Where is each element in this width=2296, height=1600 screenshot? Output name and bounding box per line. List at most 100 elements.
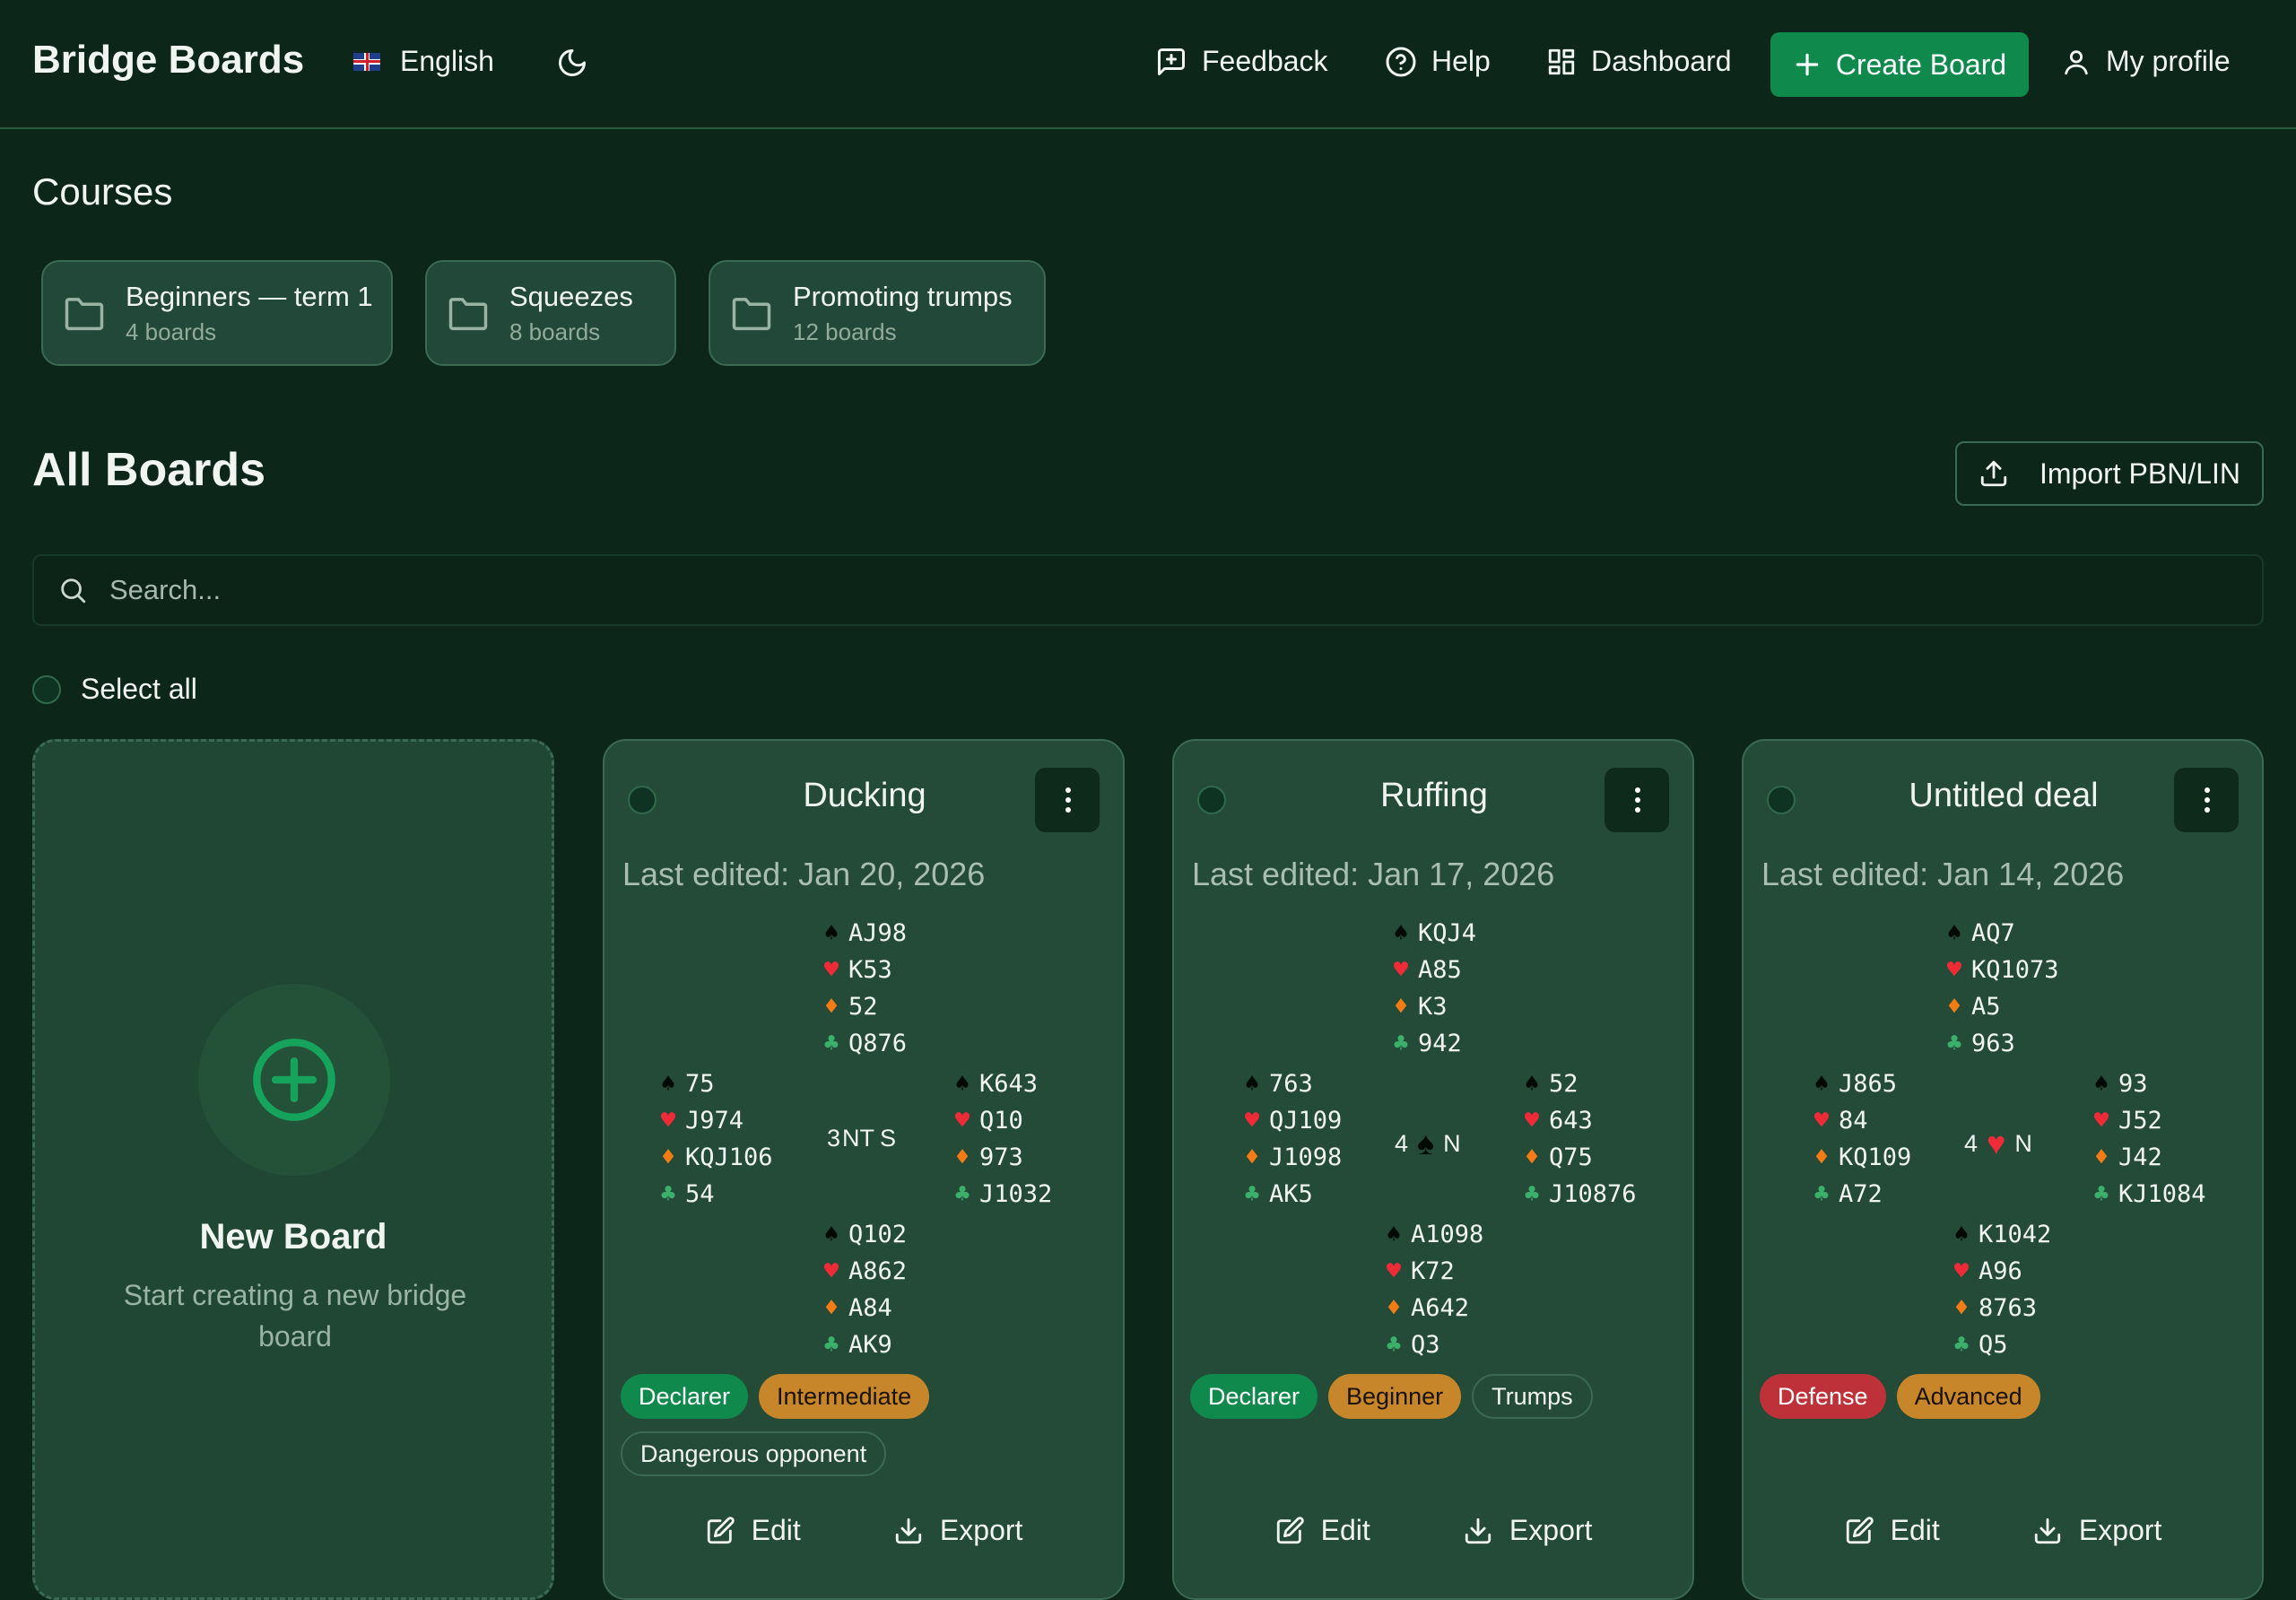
board-card[interactable]: Untitled deal Last edited: Jan 14, 2026 …	[1742, 739, 2264, 1600]
tag-badge[interactable]: Defense	[1760, 1374, 1886, 1419]
hand-cards: QJ109	[1269, 1107, 1343, 1135]
hand-cards: J1098	[1269, 1143, 1343, 1171]
club-icon: ♣	[660, 1180, 676, 1208]
hand-cards: 84	[1839, 1107, 1868, 1135]
spade-icon: ♠	[660, 1070, 676, 1098]
edit-button[interactable]: Edit	[1274, 1514, 1370, 1547]
feedback-label: Feedback	[1202, 45, 1328, 77]
app-title[interactable]: Bridge Boards	[32, 38, 304, 83]
board-select-checkbox[interactable]	[628, 786, 657, 814]
heart-icon: ♥	[1953, 1257, 1970, 1285]
north-hand: ♠ AQ7 ♥ KQ1073 ♦ A5 ♣ 963	[1943, 915, 2059, 1062]
hand-cards: 8763	[1979, 1294, 2038, 1322]
hand-cards: A85	[1418, 956, 1462, 984]
hand-cards: Q102	[848, 1221, 908, 1248]
board-select-checkbox[interactable]	[1197, 786, 1226, 814]
search-bar	[32, 554, 2264, 626]
course-folder-beginners[interactable]: Beginners — term 1 4 boards	[41, 260, 393, 366]
diamond-icon: ♦	[954, 1143, 970, 1171]
spade-icon: ♠	[954, 1070, 970, 1098]
download-icon	[1465, 1517, 1492, 1543]
search-icon	[61, 578, 86, 604]
export-label: Export	[1509, 1514, 1593, 1546]
profile-link[interactable]: My profile	[2061, 45, 2231, 78]
course-name: Promoting trumps	[793, 280, 1013, 312]
edit-button[interactable]: Edit	[705, 1514, 801, 1547]
export-button[interactable]: Export	[1463, 1514, 1592, 1547]
heart-icon: ♥	[1386, 1257, 1402, 1285]
tag-badge[interactable]: Trumps	[1472, 1374, 1593, 1419]
dashboard-link[interactable]: Dashboard	[1546, 45, 1732, 78]
spade-icon: ♠	[1524, 1070, 1540, 1098]
club-icon: ♣	[1244, 1180, 1260, 1208]
import-pbn-lin-button[interactable]: Import PBN/LIN	[1955, 441, 2264, 506]
hand-cards: Q75	[1549, 1143, 1593, 1171]
spade-icon: ♠	[1813, 1070, 1830, 1098]
upload-icon	[1980, 460, 2007, 487]
hand-cards: AK5	[1269, 1180, 1313, 1208]
feedback-icon	[1158, 48, 1185, 75]
hand-cards: KQ1073	[1971, 956, 2059, 984]
club-icon: ♣	[823, 1331, 839, 1359]
tag-badge[interactable]: Declarer	[1190, 1374, 1318, 1419]
folder-icon	[448, 298, 488, 331]
export-button[interactable]: Export	[2032, 1514, 2161, 1547]
help-label: Help	[1431, 45, 1491, 77]
course-board-count: 12 boards	[793, 317, 897, 345]
board-menu-button[interactable]	[1035, 768, 1100, 832]
west-hand: ♠ J865 ♥ 84 ♦ KQ109 ♣ A72	[1810, 1065, 1911, 1213]
tag-badge[interactable]: Declarer	[621, 1374, 749, 1419]
board-menu-button[interactable]	[1605, 768, 1669, 832]
board-card[interactable]: Ducking Last edited: Jan 20, 2026 ♠ AJ98 …	[603, 739, 1125, 1600]
diamond-icon: ♦	[1953, 1294, 1970, 1322]
new-board-card[interactable]: New Board Start creating a new bridge bo…	[32, 739, 554, 1600]
north-hand: ♠ AJ98 ♥ K53 ♦ 52 ♣ Q876	[820, 915, 907, 1062]
hand-cards: 942	[1418, 1030, 1462, 1057]
course-folder-promoting-trumps[interactable]: Promoting trumps 12 boards	[709, 260, 1046, 366]
folder-icon	[65, 298, 104, 331]
user-icon	[2065, 49, 2088, 74]
plus-circle-icon	[253, 1039, 335, 1121]
edit-button[interactable]: Edit	[1844, 1514, 1940, 1547]
language-selector[interactable]: English	[353, 45, 494, 78]
tag-badge[interactable]: Advanced	[1896, 1374, 2040, 1419]
tag-badge[interactable]: Intermediate	[759, 1374, 930, 1419]
select-all-control[interactable]: Select all	[32, 673, 197, 706]
dashboard-label: Dashboard	[1591, 45, 1732, 77]
tag-badge[interactable]: Dangerous opponent	[621, 1431, 887, 1476]
feedback-link[interactable]: Feedback	[1155, 45, 1328, 78]
heart-icon: ♥	[1244, 1107, 1260, 1135]
last-edited-date: Last edited: Jan 14, 2026	[1761, 856, 2125, 892]
moon-icon[interactable]	[556, 47, 588, 79]
south-hand: ♠ Q102 ♥ A862 ♦ A84 ♣ AK9	[820, 1216, 907, 1363]
hand-cards: KQ109	[1839, 1143, 1912, 1171]
hand-cards: K643	[979, 1070, 1039, 1098]
create-board-button[interactable]: Create Board	[1770, 32, 2029, 97]
south-hand: ♠ K1042 ♥ A96 ♦ 8763 ♣ Q5	[1950, 1216, 2051, 1363]
west-hand: ♠ 75 ♥ J974 ♦ KQJ106 ♣ 54	[657, 1065, 773, 1213]
search-input[interactable]	[108, 573, 2174, 607]
board-card[interactable]: Ruffing Last edited: Jan 17, 2026 ♠ KQJ4 …	[1172, 739, 1694, 1600]
club-icon: ♣	[954, 1180, 970, 1208]
south-hand: ♠ A1098 ♥ K72 ♦ A642 ♣ Q3	[1382, 1216, 1483, 1363]
contract-strain: NT	[842, 1125, 875, 1152]
north-hand: ♠ KQJ4 ♥ A85 ♦ K3 ♣ 942	[1389, 915, 1476, 1062]
board-select-checkbox[interactable]	[1767, 786, 1796, 814]
hand-cards: A862	[848, 1257, 908, 1285]
west-hand: ♠ 763 ♥ QJ109 ♦ J1098 ♣ AK5	[1240, 1065, 1342, 1213]
export-button[interactable]: Export	[893, 1514, 1022, 1547]
uk-flag-icon	[353, 52, 380, 71]
hand-cards: A5	[1971, 993, 2001, 1021]
hand-cards: Q3	[1411, 1331, 1440, 1359]
select-all-checkbox[interactable]	[32, 674, 61, 704]
download-icon	[2034, 1517, 2061, 1543]
help-link[interactable]: Help	[1385, 45, 1491, 78]
course-folder-squeezes[interactable]: Squeezes 8 boards	[425, 260, 676, 366]
spade-icon: ♠	[1953, 1221, 1970, 1248]
spade-icon: ♠	[1417, 1125, 1435, 1161]
new-board-plus-badge	[198, 984, 390, 1176]
hand-cards: K53	[848, 956, 892, 984]
board-menu-button[interactable]	[2174, 768, 2239, 832]
diamond-icon: ♦	[1386, 1294, 1402, 1322]
tag-badge[interactable]: Beginner	[1328, 1374, 1462, 1419]
